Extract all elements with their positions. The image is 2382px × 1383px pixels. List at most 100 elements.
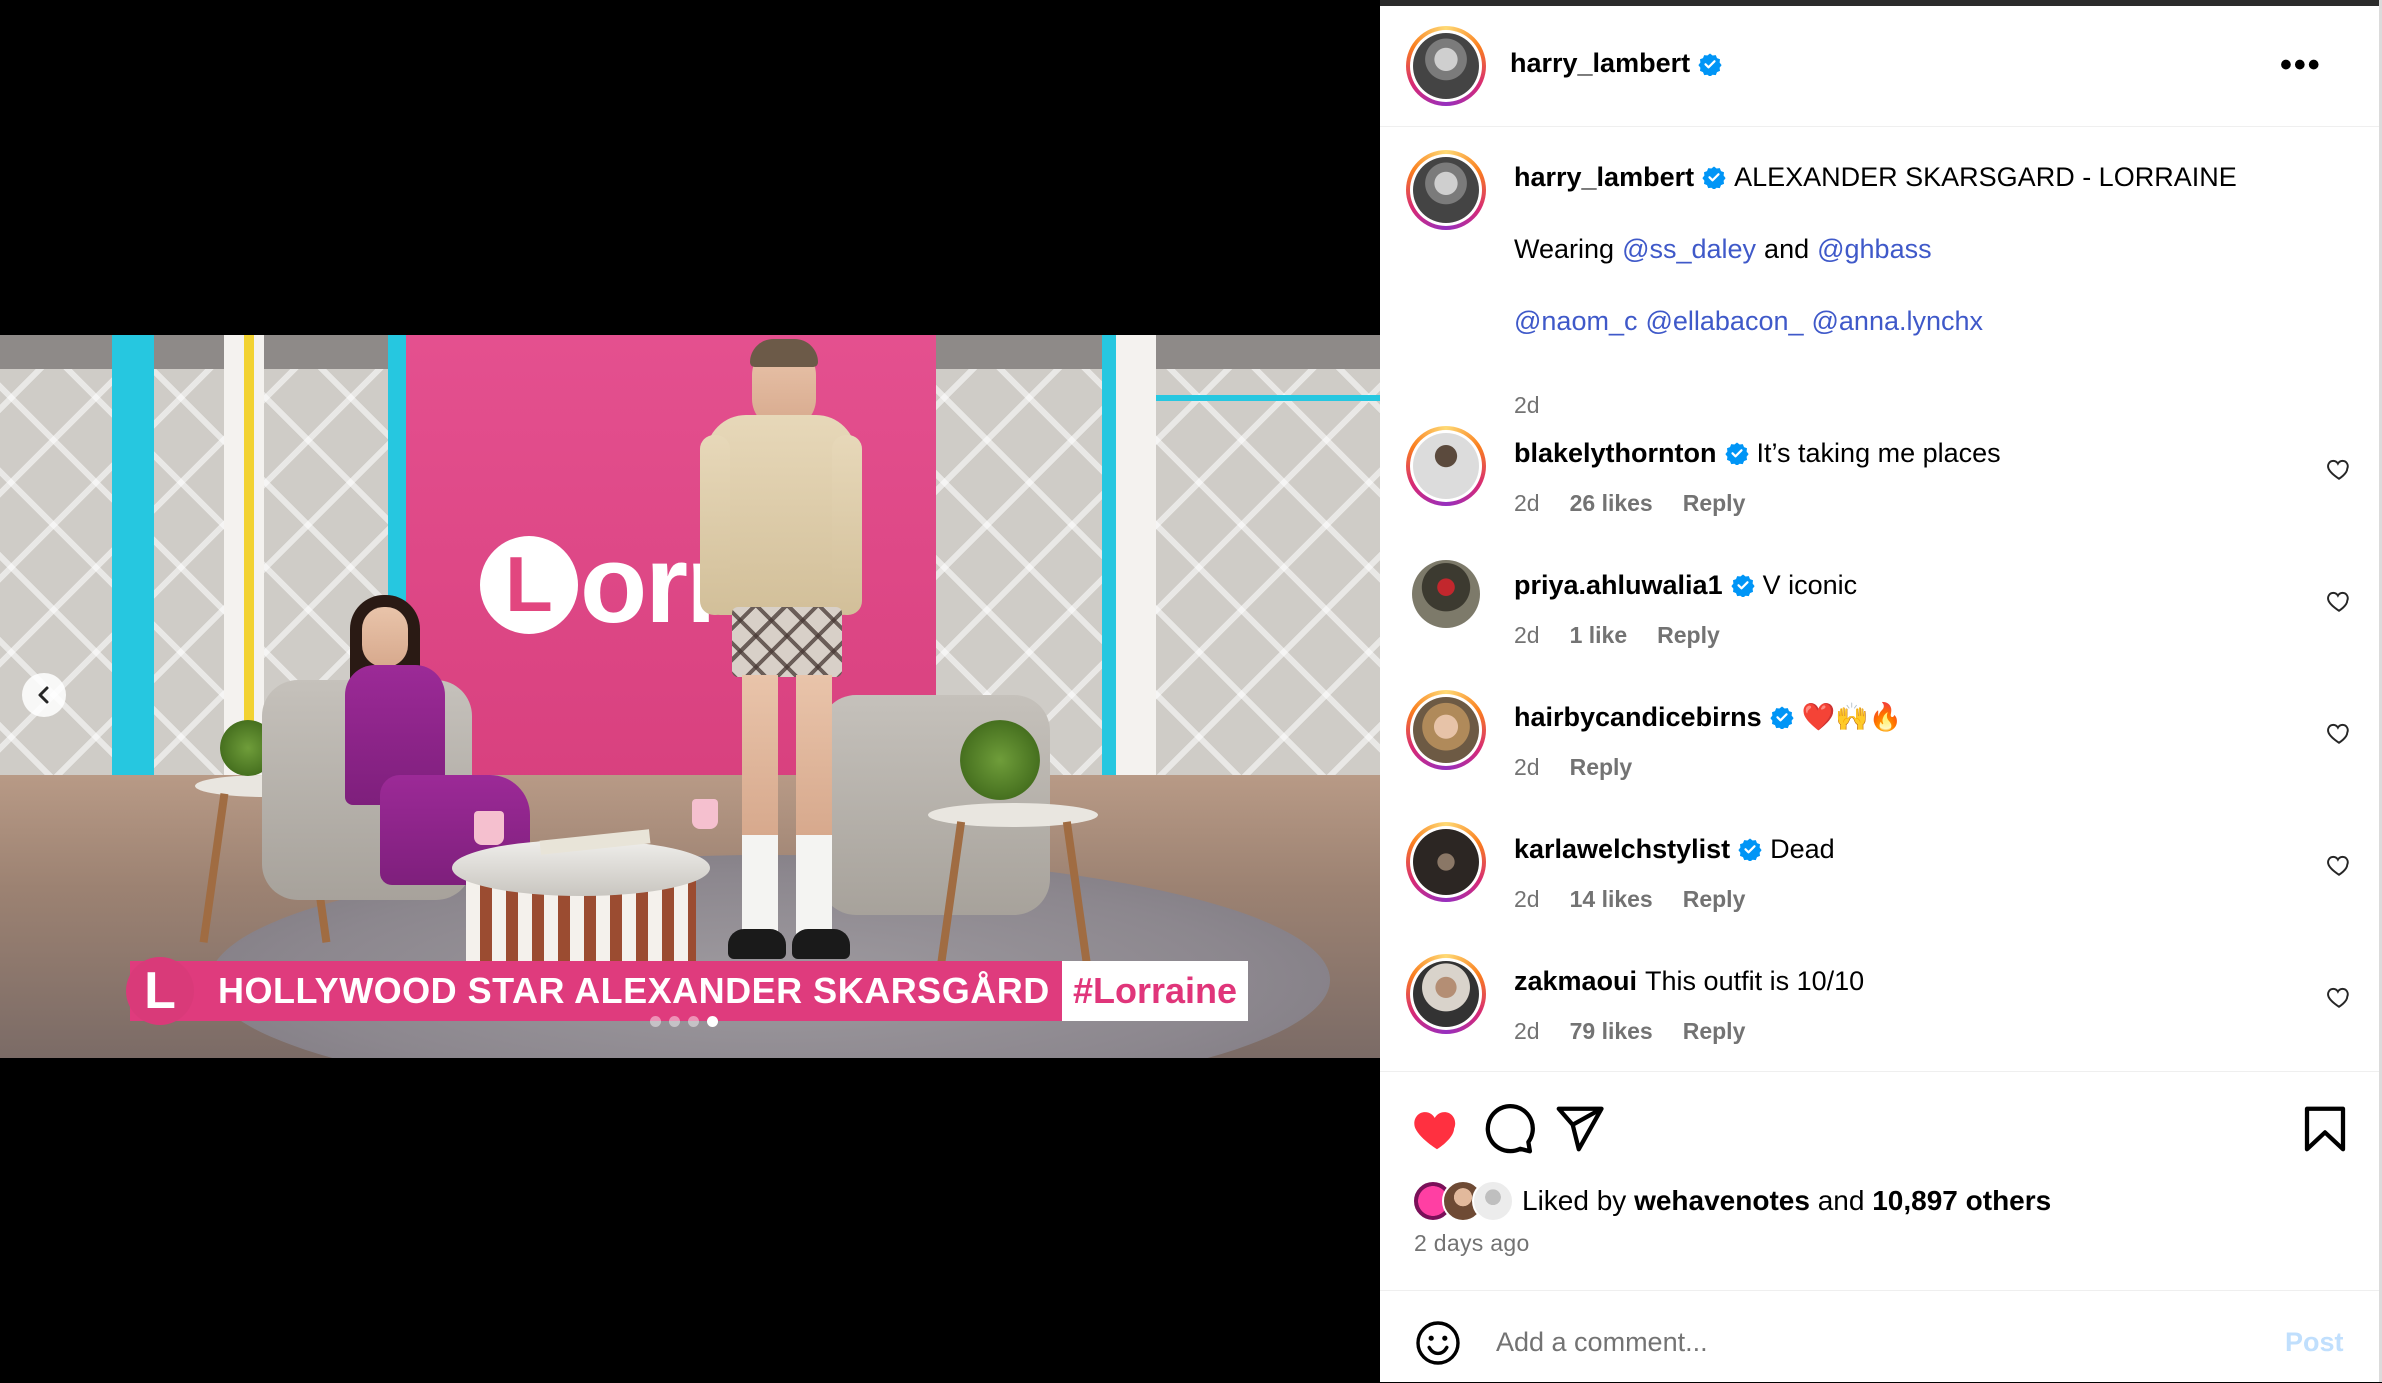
guest-sleeve	[832, 435, 862, 615]
post-media: L orra L HOLLYWOOD STAR ALEXANDER SKARSG…	[0, 0, 1380, 1382]
guest-leg	[796, 675, 832, 835]
more-options-button[interactable]: •••	[2280, 46, 2322, 85]
likes-count[interactable]: 10,897 others	[1872, 1185, 2051, 1216]
side-table-right	[928, 803, 1098, 827]
comment-like-icon[interactable]	[2326, 720, 2352, 746]
mention-link[interactable]: @ss_daley	[1622, 232, 1756, 266]
heart-filled-icon[interactable]	[1410, 1102, 1464, 1156]
comment-time[interactable]: 2d	[1514, 1018, 1540, 1045]
comments-section: harry_lambert ALEXANDER SKARSGARD - LORR…	[1380, 126, 2379, 1071]
comment-time[interactable]: 2d	[1514, 622, 1540, 649]
caption-wearing: Wearing	[1514, 234, 1615, 264]
comment-likes[interactable]: 26 likes	[1570, 490, 1653, 517]
comment-text: V iconic	[1762, 570, 1858, 600]
cyan-light-bar	[112, 335, 154, 815]
post-timestamp[interactable]: 2 days ago	[1414, 1230, 1530, 1257]
commenter-avatar[interactable]	[1406, 690, 1486, 770]
author-avatar[interactable]	[1406, 150, 1486, 230]
guest-shoe	[792, 929, 850, 959]
post-photo[interactable]: L orra L HOLLYWOOD STAR ALEXANDER SKARSG…	[0, 335, 1380, 1058]
comment-like-icon[interactable]	[2326, 852, 2352, 878]
comment-likes[interactable]: 1 like	[1570, 622, 1628, 649]
mention-link[interactable]: @anna.lynchx	[1812, 304, 1984, 338]
liked-by-and: and	[1817, 1185, 1865, 1216]
caption-and: and	[1764, 234, 1810, 264]
reply-button[interactable]: Reply	[1683, 1018, 1746, 1045]
post-header: harry_lambert •••	[1380, 6, 2379, 127]
bookmark-icon[interactable]	[2298, 1102, 2352, 1156]
carousel-prev-button[interactable]	[22, 673, 66, 717]
comment-username[interactable]: blakelythornton	[1514, 436, 1717, 470]
guest-sock	[796, 835, 832, 935]
comment-like-icon[interactable]	[2326, 984, 2352, 1010]
liked-by-text: Liked by wehavenotes and 10,897 others	[1522, 1185, 2051, 1217]
comment-input[interactable]	[1494, 1315, 2258, 1369]
carousel-dot	[669, 1016, 680, 1027]
mention-link[interactable]: @ellabacon_	[1645, 304, 1803, 338]
verified-badge-icon	[1702, 166, 1726, 189]
liker-avatar[interactable]	[1472, 1180, 1514, 1222]
carousel-dots	[650, 1016, 718, 1027]
post-caption: harry_lambert ALEXANDER SKARSGARD - LORR…	[1380, 150, 2379, 418]
tv-lower-third: L HOLLYWOOD STAR ALEXANDER SKARSGÅRD #Lo…	[126, 957, 1248, 1025]
comment-username[interactable]: hairbycandicebirns	[1514, 700, 1762, 734]
comment-time[interactable]: 2d	[1514, 490, 1540, 517]
comment-username[interactable]: zakmaoui	[1514, 964, 1637, 998]
liked-by-prefix: Liked by	[1522, 1185, 1627, 1216]
reply-button[interactable]: Reply	[1683, 886, 1746, 913]
comment-row: hairbycandicebirns ❤️🙌🔥 2d Reply	[1380, 690, 2379, 810]
chevron-left-icon	[38, 686, 49, 704]
comment-time[interactable]: 2d	[1514, 886, 1540, 913]
comment-like-icon[interactable]	[2326, 456, 2352, 482]
commenter-avatar[interactable]	[1412, 560, 1480, 628]
commenter-avatar[interactable]	[1406, 954, 1486, 1034]
host-face	[362, 607, 408, 667]
comment-time[interactable]: 2d	[1514, 754, 1540, 781]
author-username-text[interactable]: harry_lambert	[1510, 48, 1690, 79]
author-username[interactable]: harry_lambert	[1510, 48, 1722, 79]
comment-username[interactable]: priya.ahluwalia1	[1514, 568, 1723, 602]
emoji-icon[interactable]	[1414, 1319, 1462, 1367]
liked-by-user[interactable]: wehavenotes	[1634, 1185, 1810, 1216]
logo-letter: L	[480, 535, 578, 634]
white-panel	[1116, 335, 1156, 795]
verified-badge-icon	[1738, 838, 1762, 861]
mug	[692, 799, 718, 829]
guest-sleeve	[700, 435, 730, 615]
commenter-avatar[interactable]	[1406, 822, 1486, 902]
mention-link[interactable]: @ghbass	[1817, 232, 1931, 266]
comment-text: Dead	[1770, 834, 1835, 864]
post-actions: Liked by wehavenotes and 10,897 others 2…	[1380, 1071, 2379, 1382]
comment-likes[interactable]: 14 likes	[1570, 886, 1653, 913]
carousel-dot-active	[707, 1016, 718, 1027]
guest-shoe	[728, 929, 786, 959]
author-avatar[interactable]	[1406, 26, 1486, 106]
commenter-avatar[interactable]	[1406, 426, 1486, 506]
comment-username[interactable]: karlawelchstylist	[1514, 832, 1730, 866]
send-icon[interactable]	[1552, 1102, 1606, 1156]
comment-row: karlawelchstylist Dead 2d 14 likes Reply	[1380, 822, 2379, 942]
caption-timestamp[interactable]: 2d	[1514, 392, 1540, 419]
reply-button[interactable]: Reply	[1683, 490, 1746, 517]
comment-icon[interactable]	[1482, 1102, 1536, 1156]
carousel-dot	[688, 1016, 699, 1027]
mug	[474, 811, 504, 845]
carousel-dot	[650, 1016, 661, 1027]
cyan-light-strip	[1156, 395, 1380, 401]
guest-sock	[742, 835, 778, 935]
verified-badge-icon	[1698, 53, 1722, 76]
lower-third-hashtag: #Lorraine	[1062, 961, 1248, 1021]
post-comment-button[interactable]: Post	[2285, 1327, 2344, 1358]
reply-button[interactable]: Reply	[1657, 622, 1720, 649]
comment-like-icon[interactable]	[2326, 588, 2352, 614]
cyan-light-bar	[1102, 335, 1116, 795]
comment-likes[interactable]: 79 likes	[1570, 1018, 1653, 1045]
comment-text: This outfit is 10/10	[1645, 966, 1865, 996]
reply-button[interactable]: Reply	[1570, 754, 1633, 781]
verified-badge-icon	[1724, 442, 1749, 465]
guest-leg	[742, 675, 778, 835]
more-icon: •••	[2280, 46, 2322, 84]
mention-link[interactable]: @naom_c	[1514, 304, 1637, 338]
caption-username[interactable]: harry_lambert	[1514, 160, 1694, 194]
liked-by-row: Liked by wehavenotes and 10,897 others	[1412, 1180, 2051, 1222]
